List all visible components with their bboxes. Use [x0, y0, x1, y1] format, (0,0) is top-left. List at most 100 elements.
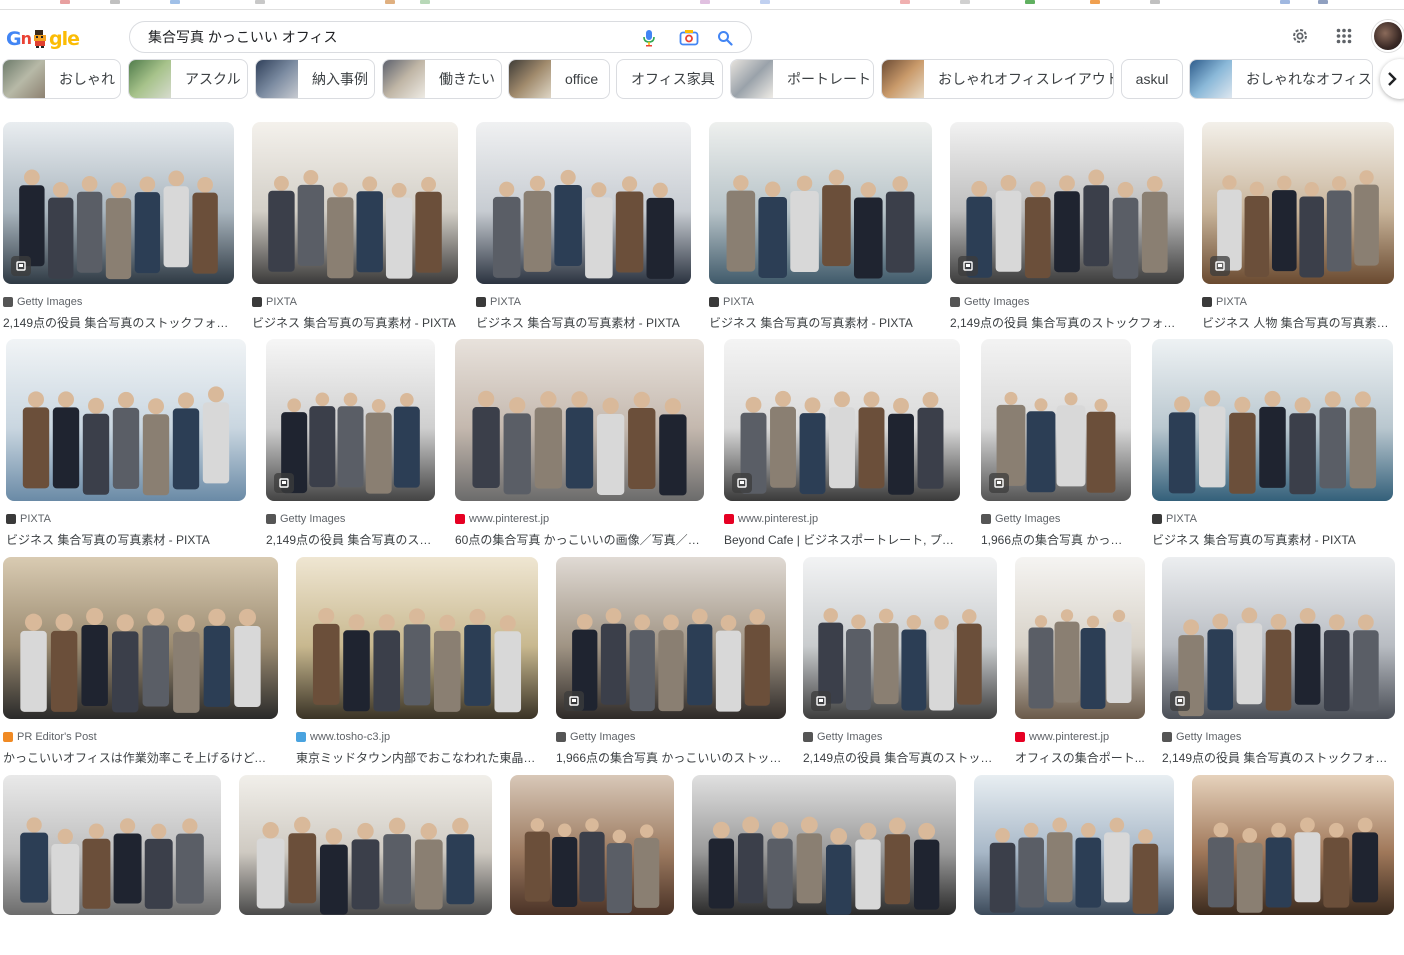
result-source[interactable]: Getty Images	[556, 731, 635, 743]
image-result-card[interactable]: Getty Images 2,149点の役員 集合写真のストック...	[803, 557, 997, 765]
image-result-card[interactable]: PIXTA ビジネス 集合写真の写真素材 - PIXTA	[1152, 339, 1393, 547]
result-title[interactable]: かっこいいオフィスは作業効率こそ上げるけど、創...	[3, 749, 278, 766]
image-result-card[interactable]: PIXTA ビジネス 人物 集合写真の写真素材 [...	[1202, 122, 1394, 330]
result-thumbnail[interactable]	[3, 557, 278, 719]
result-source[interactable]: PIXTA	[709, 296, 754, 308]
result-thumbnail[interactable]	[476, 122, 691, 284]
group-photo-image	[726, 169, 915, 279]
result-title[interactable]: 60点の集合写真 かっこいいの画像／写真／イメ...	[455, 531, 704, 548]
result-source[interactable]: www.tosho-c3.jp	[296, 731, 390, 743]
result-source[interactable]: Getty Images	[1162, 731, 1241, 743]
image-result-card[interactable]	[974, 775, 1174, 955]
result-thumbnail[interactable]	[1152, 339, 1393, 501]
result-source[interactable]: www.pinterest.jp	[1015, 731, 1109, 743]
result-title[interactable]: 2,149点の役員 集合写真のストックフォト - ...	[3, 314, 234, 331]
result-thumbnail[interactable]	[1192, 775, 1394, 915]
result-thumbnail[interactable]	[296, 557, 538, 719]
image-badge-icon	[811, 691, 831, 711]
result-thumbnail[interactable]	[974, 775, 1174, 915]
result-thumbnail[interactable]	[1015, 557, 1145, 719]
image-badge-icon	[1170, 691, 1190, 711]
result-thumbnail[interactable]	[510, 775, 674, 915]
result-thumbnail[interactable]	[1162, 557, 1395, 719]
group-photo-image	[966, 169, 1168, 279]
result-thumbnail[interactable]	[692, 775, 956, 915]
image-result-card[interactable]: www.tosho-c3.jp 東京ミッドタウン内部でおこなわれた東晶貿...	[296, 557, 538, 765]
result-thumbnail[interactable]	[556, 557, 786, 719]
image-result-card[interactable]: Getty Images 1,966点の集合写真 かっこ...	[981, 339, 1131, 547]
result-thumbnail[interactable]	[455, 339, 704, 501]
result-title[interactable]: 2,149点の役員 集合写真のストックフォト - ...	[1162, 749, 1395, 766]
site-favicon-icon	[556, 732, 566, 742]
site-favicon-icon	[476, 297, 486, 307]
result-source[interactable]: PIXTA	[1152, 513, 1197, 525]
result-title[interactable]: 2,149点の役員 集合写真のストック...	[803, 749, 997, 766]
result-thumbnail[interactable]	[950, 122, 1184, 284]
result-title[interactable]: 1,966点の集合写真 かっこいいのストック...	[556, 749, 786, 766]
site-favicon-icon	[266, 514, 276, 524]
group-photo-image	[1028, 609, 1132, 709]
result-source[interactable]: PIXTA	[476, 296, 521, 308]
image-result-card[interactable]: www.pinterest.jp Beyond Cafe | ビジネスポートレート…	[724, 339, 960, 547]
result-title[interactable]: 2,149点の役員 集合写真のストックフォト - ...	[950, 314, 1184, 331]
result-thumbnail[interactable]	[6, 339, 246, 501]
result-source[interactable]: www.pinterest.jp	[455, 513, 549, 525]
result-title[interactable]: ビジネス 集合写真の写真素材 - PIXTA	[476, 314, 691, 331]
result-thumbnail[interactable]	[803, 557, 997, 719]
result-thumbnail[interactable]	[1202, 122, 1394, 284]
result-thumbnail[interactable]	[724, 339, 960, 501]
result-title[interactable]: ビジネス 集合写真の写真素材 - PIXTA	[6, 531, 246, 548]
result-source[interactable]: www.pinterest.jp	[724, 513, 818, 525]
result-source[interactable]: PIXTA	[252, 296, 297, 308]
image-result-card[interactable]: Getty Images 2,149点の役員 集合写真のスト...	[266, 339, 435, 547]
image-results-grid: Getty Images 2,149点の役員 集合写真のストックフォト - ...…	[0, 0, 1404, 915]
site-favicon-icon	[981, 514, 991, 524]
site-favicon-icon	[455, 514, 465, 524]
image-result-card[interactable]: Getty Images 1,966点の集合写真 かっこいいのストック...	[556, 557, 786, 765]
result-source[interactable]: Getty Images	[3, 296, 82, 308]
result-source[interactable]: Getty Images	[950, 296, 1029, 308]
image-result-card[interactable]: Getty Images 2,149点の役員 集合写真のストックフォト - ...	[1162, 557, 1395, 765]
result-title[interactable]: ビジネス 集合写真の写真素材 - PIXTA	[1152, 531, 1393, 548]
group-photo-image	[312, 607, 522, 713]
result-title[interactable]: ビジネス 人物 集合写真の写真素材 [...	[1202, 314, 1394, 331]
result-thumbnail[interactable]	[3, 122, 234, 284]
site-favicon-icon	[6, 514, 16, 524]
result-thumbnail[interactable]	[239, 775, 492, 915]
image-result-card[interactable]	[3, 775, 221, 955]
image-result-card[interactable]	[510, 775, 674, 955]
group-photo-image	[22, 386, 230, 496]
result-thumbnail[interactable]	[709, 122, 932, 284]
image-result-card[interactable]: PR Editor's Post かっこいいオフィスは作業効率こそ上げるけど、創.…	[3, 557, 278, 765]
image-result-card[interactable]: Getty Images 2,149点の役員 集合写真のストックフォト - ...	[3, 122, 234, 330]
result-source[interactable]: Getty Images	[803, 731, 882, 743]
source-name: PIXTA	[723, 296, 754, 308]
result-title[interactable]: ビジネス 集合写真の写真素材 - PIXTA	[709, 314, 932, 331]
group-photo-image	[1178, 607, 1379, 717]
result-title[interactable]: ビジネス 集合写真の写真素材 - PIXTA	[252, 314, 458, 331]
image-result-card[interactable]	[1192, 775, 1394, 955]
result-source[interactable]: Getty Images	[981, 513, 1060, 525]
image-result-card[interactable]: PIXTA ビジネス 集合写真の写真素材 - PIXTA	[252, 122, 458, 330]
result-title[interactable]: 1,966点の集合写真 かっこ...	[981, 531, 1131, 548]
image-result-card[interactable]: www.pinterest.jp オフィスの集合ポート...	[1015, 557, 1145, 765]
image-result-card[interactable]: PIXTA ビジネス 集合写真の写真素材 - PIXTA	[709, 122, 932, 330]
result-title[interactable]: 2,149点の役員 集合写真のスト...	[266, 531, 435, 548]
result-source[interactable]: PIXTA	[1202, 296, 1247, 308]
result-source[interactable]: PR Editor's Post	[3, 731, 97, 743]
result-thumbnail[interactable]	[252, 122, 458, 284]
result-title[interactable]: 東京ミッドタウン内部でおこなわれた東晶貿...	[296, 749, 538, 766]
source-name: PIXTA	[266, 296, 297, 308]
image-result-card[interactable]: PIXTA ビジネス 集合写真の写真素材 - PIXTA	[6, 339, 246, 547]
image-result-card[interactable]: Getty Images 2,149点の役員 集合写真のストックフォト - ...	[950, 122, 1184, 330]
image-result-card[interactable]	[239, 775, 492, 955]
image-result-card[interactable]: PIXTA ビジネス 集合写真の写真素材 - PIXTA	[476, 122, 691, 330]
image-result-card[interactable]	[692, 775, 956, 955]
result-source[interactable]: PIXTA	[6, 513, 51, 525]
result-title[interactable]: Beyond Cafe | ビジネスポートレート, プロフ...	[724, 531, 960, 548]
result-source[interactable]: Getty Images	[266, 513, 345, 525]
result-title[interactable]: オフィスの集合ポート...	[1015, 749, 1145, 766]
image-badge-icon	[274, 473, 294, 493]
image-result-card[interactable]: www.pinterest.jp 60点の集合写真 かっこいいの画像／写真／イメ.…	[455, 339, 704, 547]
result-thumbnail[interactable]	[3, 775, 221, 915]
